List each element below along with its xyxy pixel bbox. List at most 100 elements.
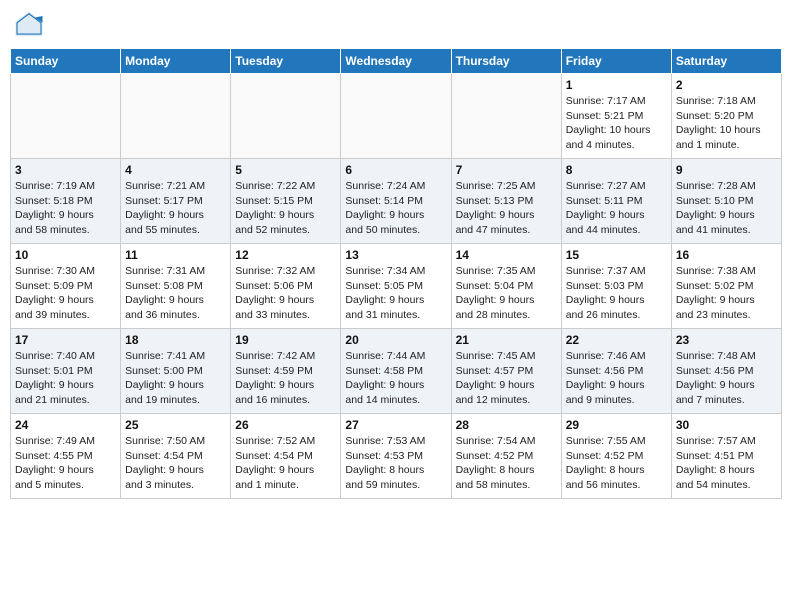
calendar-week-row: 24 Sunrise: 7:49 AM Sunset: 4:55 PM Dayli… [11, 414, 782, 499]
day-info: Sunrise: 7:34 AM Sunset: 5:05 PM Dayligh… [345, 264, 446, 323]
day-number: 2 [676, 78, 777, 92]
day-info: Sunrise: 7:53 AM Sunset: 4:53 PM Dayligh… [345, 434, 446, 493]
calendar-day-cell: 8 Sunrise: 7:27 AM Sunset: 5:11 PM Daylig… [561, 159, 671, 244]
calendar-day-cell [451, 74, 561, 159]
day-info: Sunrise: 7:52 AM Sunset: 4:54 PM Dayligh… [235, 434, 336, 493]
calendar-day-cell: 7Sunrise: 7:25 AM Sunset: 5:13 PM Daylig… [451, 159, 561, 244]
weekday-header: Thursday [451, 49, 561, 74]
day-number: 8 [566, 163, 667, 177]
day-number: 5 [235, 163, 336, 177]
day-number: 10 [15, 248, 116, 262]
day-info: Sunrise: 7:40 AM Sunset: 5:01 PM Dayligh… [15, 349, 116, 408]
day-info: Sunrise: 7:37 AM Sunset: 5:03 PM Dayligh… [566, 264, 667, 323]
weekday-header: Saturday [671, 49, 781, 74]
day-number: 14 [456, 248, 557, 262]
day-info: Sunrise: 7:35 AM Sunset: 5:04 PM Dayligh… [456, 264, 557, 323]
calendar-day-cell: 12Sunrise: 7:32 AM Sunset: 5:06 PM Dayli… [231, 244, 341, 329]
calendar-day-cell: 15 Sunrise: 7:37 AM Sunset: 5:03 PM Dayli… [561, 244, 671, 329]
calendar-day-cell: 30 Sunrise: 7:57 AM Sunset: 4:51 PM Dayli… [671, 414, 781, 499]
calendar-day-cell: 5 Sunrise: 7:22 AM Sunset: 5:15 PM Daylig… [231, 159, 341, 244]
day-number: 4 [125, 163, 226, 177]
calendar-day-cell [341, 74, 451, 159]
weekday-header: Wednesday [341, 49, 451, 74]
day-number: 16 [676, 248, 777, 262]
calendar-day-cell: 28Sunrise: 7:54 AM Sunset: 4:52 PM Dayli… [451, 414, 561, 499]
day-number: 22 [566, 333, 667, 347]
day-info: Sunrise: 7:30 AM Sunset: 5:09 PM Dayligh… [15, 264, 116, 323]
day-info: Sunrise: 7:27 AM Sunset: 5:11 PM Dayligh… [566, 179, 667, 238]
logo-icon [14, 10, 44, 40]
day-number: 26 [235, 418, 336, 432]
calendar-day-cell: 9 Sunrise: 7:28 AM Sunset: 5:10 PM Daylig… [671, 159, 781, 244]
calendar-day-cell: 25 Sunrise: 7:50 AM Sunset: 4:54 PM Dayli… [121, 414, 231, 499]
day-info: Sunrise: 7:24 AM Sunset: 5:14 PM Dayligh… [345, 179, 446, 238]
day-number: 29 [566, 418, 667, 432]
day-number: 21 [456, 333, 557, 347]
weekday-header: Monday [121, 49, 231, 74]
day-number: 18 [125, 333, 226, 347]
calendar-day-cell: 20 Sunrise: 7:44 AM Sunset: 4:58 PM Dayli… [341, 329, 451, 414]
calendar-day-cell: 24 Sunrise: 7:49 AM Sunset: 4:55 PM Dayli… [11, 414, 121, 499]
day-number: 24 [15, 418, 116, 432]
calendar-header-row: SundayMondayTuesdayWednesdayThursdayFrid… [11, 49, 782, 74]
day-info: Sunrise: 7:17 AM Sunset: 5:21 PM Dayligh… [566, 94, 667, 153]
calendar-day-cell: 18 Sunrise: 7:41 AM Sunset: 5:00 PM Dayli… [121, 329, 231, 414]
day-number: 30 [676, 418, 777, 432]
day-info: Sunrise: 7:55 AM Sunset: 4:52 PM Dayligh… [566, 434, 667, 493]
day-number: 20 [345, 333, 446, 347]
calendar-day-cell: 16Sunrise: 7:38 AM Sunset: 5:02 PM Dayli… [671, 244, 781, 329]
weekday-header: Tuesday [231, 49, 341, 74]
calendar-day-cell [121, 74, 231, 159]
day-number: 27 [345, 418, 446, 432]
calendar-day-cell: 26 Sunrise: 7:52 AM Sunset: 4:54 PM Dayli… [231, 414, 341, 499]
calendar-day-cell [231, 74, 341, 159]
weekday-header: Friday [561, 49, 671, 74]
day-number: 19 [235, 333, 336, 347]
calendar-day-cell: 17 Sunrise: 7:40 AM Sunset: 5:01 PM Dayli… [11, 329, 121, 414]
calendar-day-cell: 11 Sunrise: 7:31 AM Sunset: 5:08 PM Dayli… [121, 244, 231, 329]
day-number: 17 [15, 333, 116, 347]
day-info: Sunrise: 7:44 AM Sunset: 4:58 PM Dayligh… [345, 349, 446, 408]
day-info: Sunrise: 7:49 AM Sunset: 4:55 PM Dayligh… [15, 434, 116, 493]
day-info: Sunrise: 7:28 AM Sunset: 5:10 PM Dayligh… [676, 179, 777, 238]
calendar-day-cell: 3Sunrise: 7:19 AM Sunset: 5:18 PM Daylig… [11, 159, 121, 244]
calendar-week-row: 17 Sunrise: 7:40 AM Sunset: 5:01 PM Dayli… [11, 329, 782, 414]
calendar-day-cell: 22 Sunrise: 7:46 AM Sunset: 4:56 PM Dayli… [561, 329, 671, 414]
calendar-week-row: 1 Sunrise: 7:17 AM Sunset: 5:21 PM Daylig… [11, 74, 782, 159]
day-number: 15 [566, 248, 667, 262]
calendar-day-cell: 21Sunrise: 7:45 AM Sunset: 4:57 PM Dayli… [451, 329, 561, 414]
page-header [10, 10, 782, 40]
calendar-day-cell: 13Sunrise: 7:34 AM Sunset: 5:05 PM Dayli… [341, 244, 451, 329]
day-number: 7 [456, 163, 557, 177]
day-number: 9 [676, 163, 777, 177]
day-number: 1 [566, 78, 667, 92]
day-info: Sunrise: 7:22 AM Sunset: 5:15 PM Dayligh… [235, 179, 336, 238]
day-number: 6 [345, 163, 446, 177]
calendar-day-cell: 29 Sunrise: 7:55 AM Sunset: 4:52 PM Dayli… [561, 414, 671, 499]
calendar-day-cell: 10 Sunrise: 7:30 AM Sunset: 5:09 PM Dayli… [11, 244, 121, 329]
day-number: 11 [125, 248, 226, 262]
calendar-week-row: 3Sunrise: 7:19 AM Sunset: 5:18 PM Daylig… [11, 159, 782, 244]
calendar-day-cell: 23Sunrise: 7:48 AM Sunset: 4:56 PM Dayli… [671, 329, 781, 414]
calendar-day-cell: 1 Sunrise: 7:17 AM Sunset: 5:21 PM Daylig… [561, 74, 671, 159]
day-info: Sunrise: 7:21 AM Sunset: 5:17 PM Dayligh… [125, 179, 226, 238]
calendar-day-cell: 2Sunrise: 7:18 AM Sunset: 5:20 PM Daylig… [671, 74, 781, 159]
day-info: Sunrise: 7:31 AM Sunset: 5:08 PM Dayligh… [125, 264, 226, 323]
calendar-week-row: 10 Sunrise: 7:30 AM Sunset: 5:09 PM Dayli… [11, 244, 782, 329]
calendar-day-cell [11, 74, 121, 159]
day-info: Sunrise: 7:42 AM Sunset: 4:59 PM Dayligh… [235, 349, 336, 408]
day-info: Sunrise: 7:57 AM Sunset: 4:51 PM Dayligh… [676, 434, 777, 493]
weekday-header: Sunday [11, 49, 121, 74]
calendar-day-cell: 19 Sunrise: 7:42 AM Sunset: 4:59 PM Dayli… [231, 329, 341, 414]
day-number: 25 [125, 418, 226, 432]
day-info: Sunrise: 7:48 AM Sunset: 4:56 PM Dayligh… [676, 349, 777, 408]
day-info: Sunrise: 7:41 AM Sunset: 5:00 PM Dayligh… [125, 349, 226, 408]
day-info: Sunrise: 7:32 AM Sunset: 5:06 PM Dayligh… [235, 264, 336, 323]
calendar-day-cell: 27 Sunrise: 7:53 AM Sunset: 4:53 PM Dayli… [341, 414, 451, 499]
logo [14, 10, 48, 40]
calendar-day-cell: 4 Sunrise: 7:21 AM Sunset: 5:17 PM Daylig… [121, 159, 231, 244]
calendar-day-cell: 14 Sunrise: 7:35 AM Sunset: 5:04 PM Dayli… [451, 244, 561, 329]
day-info: Sunrise: 7:50 AM Sunset: 4:54 PM Dayligh… [125, 434, 226, 493]
day-info: Sunrise: 7:46 AM Sunset: 4:56 PM Dayligh… [566, 349, 667, 408]
day-number: 28 [456, 418, 557, 432]
